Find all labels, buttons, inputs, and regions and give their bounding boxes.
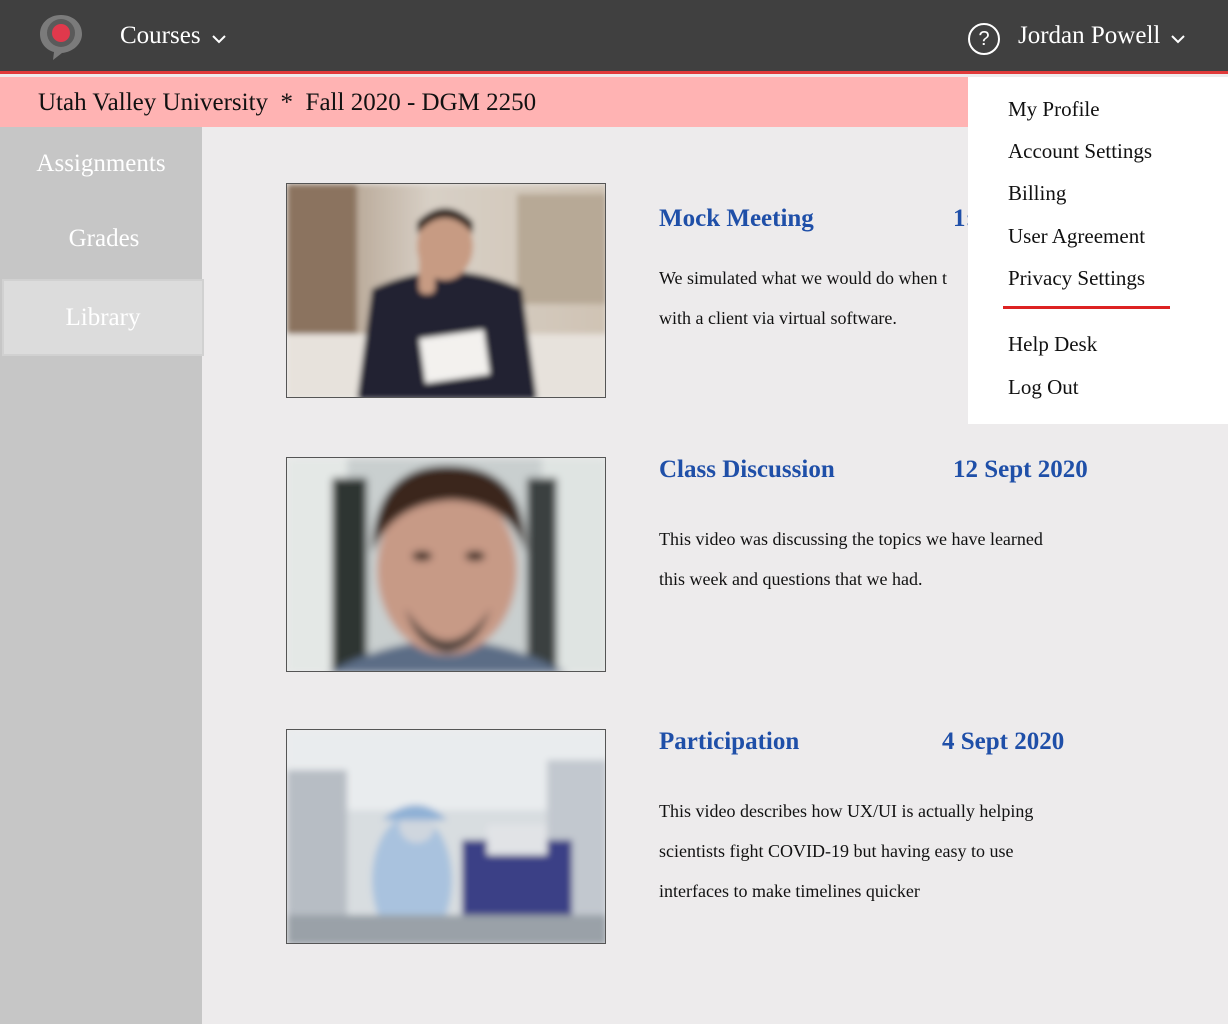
menu-item-privacy-settings[interactable]: Privacy Settings (1008, 266, 1145, 291)
course-breadcrumb: Utah Valley University * Fall 2020 - DGM… (38, 89, 537, 116)
description-line: This video was discussing the topics we … (659, 529, 1043, 549)
menu-item-my-profile[interactable]: My Profile (1008, 97, 1100, 122)
library-item-date: 12 Sept 2020 (953, 456, 1088, 483)
menu-divider (1003, 306, 1170, 309)
description-line: This video describes how UX/UI is actual… (659, 801, 1034, 821)
library-item-title[interactable]: Class Discussion (659, 456, 835, 484)
top-navigation-bar: Courses ? Jordan Powell (0, 0, 1228, 74)
video-thumbnail-participation[interactable] (286, 729, 606, 944)
help-icon[interactable]: ? (968, 23, 1000, 55)
chevron-down-icon (211, 35, 226, 44)
library-item-date: 4 Sept 2020 (942, 728, 1065, 755)
sidebar: Assignments Grades Library (0, 127, 205, 1024)
description-line: scientists fight COVID-19 but having eas… (659, 841, 1014, 861)
sidebar-item-library[interactable]: Library (2, 279, 204, 356)
user-dropdown-menu: My Profile Account Settings Billing User… (968, 77, 1228, 424)
menu-item-log-out[interactable]: Log Out (1008, 375, 1079, 400)
sidebar-item-grades[interactable]: Grades (3, 202, 205, 276)
courses-menu-button[interactable]: Courses (120, 22, 227, 50)
library-item-description: This video was discussing the topics we … (659, 519, 1099, 599)
menu-item-account-settings[interactable]: Account Settings (1008, 139, 1152, 164)
library-item-description: This video describes how UX/UI is actual… (659, 791, 1099, 911)
description-line: interfaces to make timelines quicker (659, 881, 920, 901)
video-thumbnail-mock-meeting[interactable] (286, 183, 606, 398)
library-item-title[interactable]: Mock Meeting (659, 205, 814, 233)
user-menu-button[interactable]: Jordan Powell (1018, 22, 1186, 50)
menu-item-help-desk[interactable]: Help Desk (1008, 332, 1097, 357)
user-name: Jordan Powell (1018, 22, 1161, 49)
library-item-title[interactable]: Participation (659, 728, 799, 756)
menu-item-user-agreement[interactable]: User Agreement (1008, 224, 1145, 249)
sidebar-item-assignments[interactable]: Assignments (0, 127, 202, 201)
menu-item-billing[interactable]: Billing (1008, 181, 1066, 206)
logo-icon[interactable] (38, 12, 84, 62)
video-thumbnail-class-discussion[interactable] (286, 457, 606, 672)
chevron-down-icon (1171, 35, 1186, 44)
courses-label: Courses (120, 22, 201, 49)
description-line: this week and questions that we had. (659, 569, 923, 589)
